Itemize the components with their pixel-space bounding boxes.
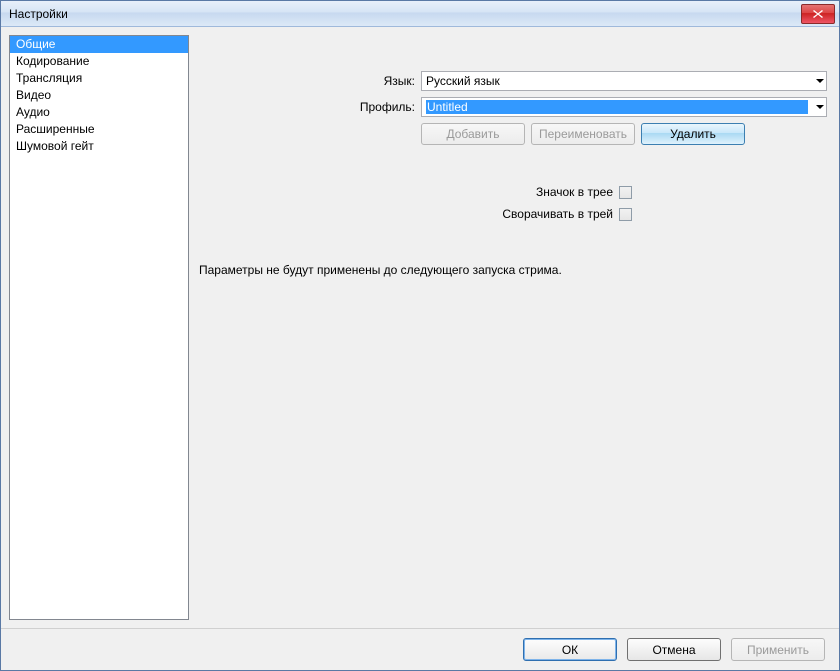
apply-button: Применить — [731, 638, 825, 661]
sidebar-item-broadcast[interactable]: Трансляция — [10, 70, 188, 87]
dialog-body: Общие Кодирование Трансляция Видео Аудио… — [1, 27, 839, 628]
ok-button[interactable]: ОК — [523, 638, 617, 661]
profile-label: Профиль: — [199, 100, 421, 114]
chevron-down-icon — [816, 79, 824, 83]
add-button: Добавить — [421, 123, 525, 145]
general-form: Язык: Русский язык Профиль: Untitled Доб… — [199, 35, 827, 229]
sidebar-item-label: Трансляция — [16, 71, 82, 85]
minimize-tray-checkbox[interactable] — [619, 208, 632, 221]
window-title: Настройки — [9, 7, 801, 21]
profile-buttons: Добавить Переименовать Удалить — [421, 123, 827, 145]
cancel-button[interactable]: Отмена — [627, 638, 721, 661]
sidebar-item-general[interactable]: Общие — [10, 36, 188, 53]
category-list[interactable]: Общие Кодирование Трансляция Видео Аудио… — [9, 35, 189, 620]
minimize-tray-label: Сворачивать в трей — [199, 207, 619, 221]
row-language: Язык: Русский язык — [199, 71, 827, 91]
chevron-down-icon — [816, 105, 824, 109]
profile-dropdown[interactable]: Untitled — [421, 97, 827, 117]
language-dropdown[interactable]: Русский язык — [421, 71, 827, 91]
language-label: Язык: — [199, 74, 421, 88]
sidebar-item-label: Общие — [16, 37, 55, 51]
tray-icon-checkbox[interactable] — [619, 186, 632, 199]
dialog-footer: ОК Отмена Применить — [1, 628, 839, 670]
sidebar-item-advanced[interactable]: Расширенные — [10, 121, 188, 138]
row-minimize-tray: Сворачивать в трей — [199, 207, 827, 221]
sidebar-item-video[interactable]: Видео — [10, 87, 188, 104]
language-value: Русский язык — [426, 74, 808, 88]
sidebar-item-noise-gate[interactable]: Шумовой гейт — [10, 138, 188, 155]
titlebar: Настройки — [1, 1, 839, 27]
row-tray-icon: Значок в трее — [199, 185, 827, 199]
sidebar-item-label: Аудио — [16, 105, 50, 119]
sidebar-item-label: Видео — [16, 88, 51, 102]
tray-icon-label: Значок в трее — [199, 185, 619, 199]
delete-button[interactable]: Удалить — [641, 123, 745, 145]
rename-button: Переименовать — [531, 123, 635, 145]
sidebar-item-encoding[interactable]: Кодирование — [10, 53, 188, 70]
settings-window: Настройки Общие Кодирование Трансляция В… — [0, 0, 840, 671]
close-icon — [813, 10, 823, 18]
sidebar-item-label: Шумовой гейт — [16, 139, 94, 153]
profile-value: Untitled — [426, 100, 808, 114]
sidebar-item-audio[interactable]: Аудио — [10, 104, 188, 121]
sidebar-item-label: Кодирование — [16, 54, 89, 68]
close-button[interactable] — [801, 4, 835, 24]
content-panel: Язык: Русский язык Профиль: Untitled Доб… — [189, 27, 839, 628]
sidebar-item-label: Расширенные — [16, 122, 95, 136]
restart-note: Параметры не будут применены до следующе… — [199, 263, 562, 277]
row-profile: Профиль: Untitled — [199, 97, 827, 117]
